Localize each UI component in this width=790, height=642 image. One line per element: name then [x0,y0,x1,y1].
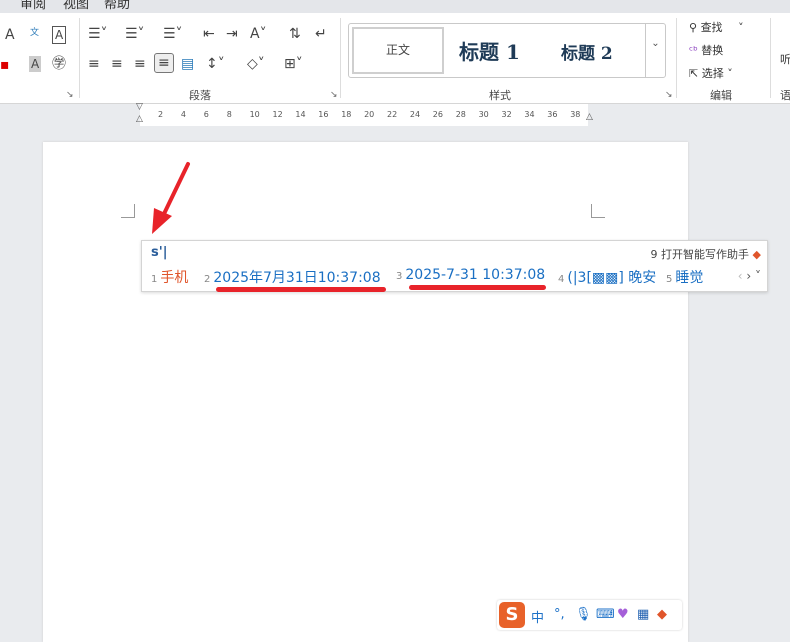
ruler-tick: 12 [272,110,283,119]
candidate-4[interactable]: 4 (|3[▩▩] 晚安 [558,267,656,287]
ime-writing-assistant[interactable]: 9 打开智能写作助手 ◆ [651,246,761,262]
borders-icon[interactable]: ⊞˅ [284,56,303,72]
assistant-icon[interactable]: ◆ [657,607,667,622]
dictate-button[interactable]: 听 [780,51,790,67]
ribbon-tabs: 审阅 视图 帮助 [0,0,790,13]
align-left-icon[interactable]: ≡ [88,56,100,72]
ruler-tick: 6 [203,110,209,119]
phonetic-guide-icon[interactable]: 文 [30,25,39,41]
ruler-tick: 34 [524,110,535,119]
font-color-icon[interactable]: ▪ [0,57,10,73]
select-button[interactable]: ⇱ 选择 ˅ [689,65,733,81]
ruler-tick: 26 [432,110,443,119]
candidate-3[interactable]: 3 2025-7-31 10:37:08 [396,267,545,283]
tab-help[interactable]: 帮助 [104,0,130,12]
styles-more-button[interactable]: ⌄ [645,24,665,77]
ruler-tick: 38 [570,110,581,119]
style-heading2[interactable]: 标题 2 [561,39,613,64]
sort-icon[interactable]: ⇅ [289,26,301,42]
find-button[interactable]: ⚲ 查找 ˅ [689,19,744,35]
keyboard-icon[interactable]: ⌨︎ [596,607,615,622]
clear-format-icon[interactable]: A [5,27,15,43]
line-spacing-icon[interactable]: ↕˅ [206,56,225,72]
candidate-5[interactable]: 5 睡觉 [666,267,703,287]
punctuation-button[interactable]: °, [554,607,565,622]
shading-icon[interactable]: ◇˅ [247,56,265,72]
red-underline-annotation [409,285,546,290]
char-spacing-icon[interactable]: A˅ [250,26,267,42]
ime-candidate-window: s'| 9 打开智能写作助手 ◆ 1 手机 2 2025年7月31日10:37:08… [141,240,768,292]
red-arrow-annotation [152,162,190,234]
ruler-tick: 20 [364,110,375,119]
char-border-icon[interactable]: A [52,26,67,44]
candidate-1[interactable]: 1 手机 [151,267,188,287]
chinese-mode-button[interactable]: 中 [531,607,544,626]
group-label-styles: 样式 [489,89,511,102]
group-label-editing: 编辑 [710,89,732,102]
paragraph-launcher-icon[interactable]: ↘ [330,90,338,100]
sogou-logo-icon[interactable]: S [499,602,525,628]
increase-indent-icon[interactable]: ⇥ [226,26,238,42]
ruler-tick: 16 [318,110,329,119]
microphone-icon[interactable]: 🎙︎ [575,607,592,622]
numbering-icon[interactable]: ☰˅ [125,26,145,42]
ruler-tick: 24 [409,110,421,119]
indent-marker-icon[interactable]: ▽ [136,102,143,112]
ribbon: A 文 A ▪ A ㊫ ↘ ☰˅ ☰˅ ☰˅ ⇤ ⇥ A˅ ⇅ ↵ ≡ ≡ ≡ … [0,13,790,104]
ruler-tick: 10 [249,110,260,119]
ruler-tick: 4 [180,110,186,119]
margin-corner-mark [121,204,135,218]
ime-page-nav[interactable]: ‹ › ˅ [738,269,761,283]
styles-gallery: 正文 标题 1 标题 2 ⌄ [348,23,666,78]
ruler-tick: 36 [547,110,558,119]
skin-icon[interactable]: ♥ [617,607,629,622]
cursor-icon: ⇱ [689,67,702,80]
style-normal[interactable]: 正文 [352,27,444,74]
styles-launcher-icon[interactable]: ↘ [665,90,673,100]
ruler-tick: 22 [387,110,398,119]
bullets-icon[interactable]: ☰˅ [88,26,108,42]
search-icon: ⚲ [689,21,701,34]
assistant-icon: ◆ [752,248,761,261]
hanging-indent-icon[interactable]: △ [136,114,143,124]
ruler-tick: 28 [455,110,466,119]
ruler-tick: 32 [501,110,512,119]
ruler-tick: 14 [295,110,306,119]
sogou-ime-toolbar: S 中 °, 🎙︎ ⌨︎ ♥ ▦ ◆ [497,600,682,630]
group-label-voice: 语 [780,89,790,102]
replace-icon: ᶜᵇ [689,44,702,57]
decrease-indent-icon[interactable]: ⇤ [203,26,215,42]
ime-input-text: s'| [151,245,168,260]
style-heading1[interactable]: 标题 1 [459,36,520,65]
ruler-tick: 8 [226,110,232,119]
ruler-tick: 30 [478,110,489,119]
multilevel-list-icon[interactable]: ☰˅ [163,26,183,42]
show-marks-icon[interactable]: ↵ [315,26,327,42]
horizontal-ruler[interactable]: ▽ △ △ 2 4 6 8 10 12 14 16 18 20 22 24 26 28 30 32 34 36 38 [136,102,593,126]
group-label-paragraph: 段落 [189,89,211,102]
margin-corner-mark [591,204,605,218]
font-launcher-icon[interactable]: ↘ [66,90,74,100]
enclose-char-icon[interactable]: ㊫ [52,56,66,72]
candidate-2[interactable]: 2 2025年7月31日10:37:08 [204,267,381,287]
red-underline-annotation [216,287,386,292]
distributed-icon[interactable]: ▤ [181,56,194,72]
justify-icon[interactable]: ≡ [154,53,174,73]
tab-review[interactable]: 审阅 [20,0,46,12]
ruler-tick: 18 [341,110,352,119]
replace-button[interactable]: ᶜᵇ 替换 [689,42,723,58]
align-center-icon[interactable]: ≡ [111,56,123,72]
ruler-tick: 2 [158,110,164,119]
align-right-icon[interactable]: ≡ [134,56,146,72]
tab-view[interactable]: 视图 [63,0,89,12]
char-shading-icon[interactable]: A [29,56,42,72]
toolbox-icon[interactable]: ▦ [637,607,649,622]
right-indent-icon[interactable]: △ [586,112,593,122]
